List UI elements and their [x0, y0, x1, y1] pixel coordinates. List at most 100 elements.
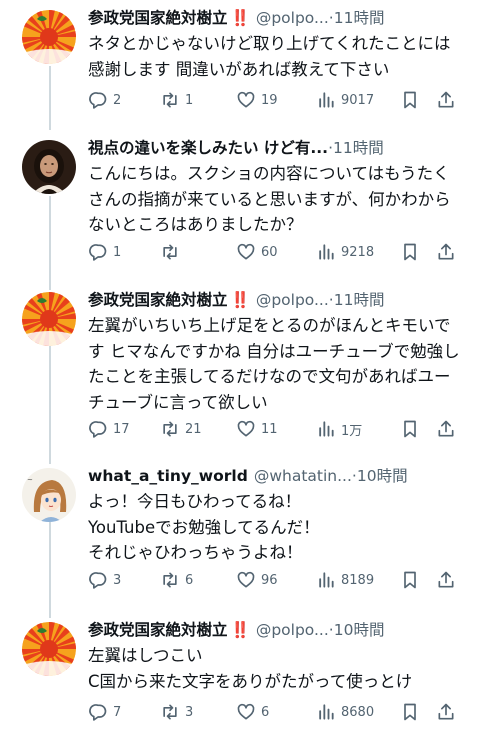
reply-button[interactable]: 1 [88, 240, 121, 264]
display-name[interactable]: 参政党国家絶対樹立 [88, 291, 228, 309]
display-name[interactable]: 参政党国家絶対樹立 [88, 621, 228, 639]
rising-sun-avatar[interactable] [22, 292, 76, 346]
reply-count: 17 [113, 421, 130, 437]
like-count: 19 [261, 92, 278, 108]
views-icon [319, 244, 334, 260]
view-count: 8189 [341, 572, 375, 588]
tweet-actions: 3 6 96 8189 [88, 568, 460, 592]
rising-sun-avatar[interactable] [22, 10, 76, 64]
timestamp[interactable]: 11時間 [334, 291, 385, 309]
tweet-text: 左翼がいちいち上げ足をとるのがほんとキモいです ヒマなんですかね 自分はユーチュ… [88, 316, 460, 412]
heart-icon [237, 243, 255, 260]
portrait-avatar[interactable] [22, 140, 76, 194]
reply-icon [89, 244, 107, 261]
retweet-count: 1 [185, 92, 194, 108]
views-button[interactable]: 9017 [316, 88, 374, 112]
bookmark-button[interactable] [400, 88, 420, 112]
bookmark-button[interactable] [400, 417, 420, 441]
share-button[interactable] [436, 88, 456, 112]
share-icon [438, 571, 454, 588]
retweet-icon [163, 572, 177, 588]
retweet-icon [163, 421, 177, 437]
share-button[interactable] [436, 417, 456, 441]
like-button[interactable]: 60 [236, 240, 278, 264]
retweet-button[interactable]: 21 [160, 417, 202, 441]
retweet-icon [163, 92, 177, 108]
display-name[interactable]: 参政党国家絶対樹立 [88, 9, 228, 27]
bookmark-button[interactable] [400, 700, 420, 724]
tweet[interactable]: 参政党国家絶対樹立 ‼️ @polpo...·11時間 左翼がいちいち上げ足をとるの… [0, 288, 480, 444]
retweet-button[interactable]: 1 [160, 88, 193, 112]
bookmark-icon [404, 243, 416, 261]
tweet[interactable]: ~ what_a_tiny_world @whatatin...·10時間 よっ！… [0, 464, 480, 594]
double-exclamation-icon: ‼️ [230, 9, 250, 27]
tweet-header: 参政党国家絶対樹立 ‼️ @polpo...·10時間 [88, 618, 468, 642]
user-handle[interactable]: @polpo... [256, 9, 329, 27]
reply-button[interactable]: 7 [88, 700, 121, 724]
tweet-text: よっ！今日もひわってるね！ YouTubeでお勉強してるんだ！ それじゃひわっち… [88, 492, 320, 562]
views-icon [319, 704, 334, 720]
timestamp[interactable]: 10時間 [357, 467, 408, 485]
retweet-button[interactable]: 3 [160, 700, 193, 724]
like-count: 96 [261, 572, 278, 588]
reply-button[interactable]: 3 [88, 568, 121, 592]
bookmark-icon [404, 420, 416, 438]
share-icon [438, 91, 454, 108]
retweet-icon [163, 704, 177, 720]
retweet-icon [163, 244, 177, 260]
reply-button[interactable]: 17 [88, 417, 130, 441]
user-handle[interactable]: @polpo... [256, 291, 329, 309]
display-name[interactable]: what_a_tiny_world [88, 467, 248, 485]
user-handle[interactable]: @polpo... [256, 621, 329, 639]
share-icon [438, 703, 454, 720]
reply-count: 3 [113, 572, 122, 588]
views-button[interactable]: 9218 [316, 240, 374, 264]
bookmark-icon [404, 571, 416, 589]
display-name[interactable]: 視点の違いを楽しみたい けど有... [88, 139, 328, 157]
user-handle[interactable]: @whatatin... [254, 467, 352, 485]
tweet-actions: 1 60 9218 [88, 240, 460, 264]
bookmark-icon [404, 703, 416, 721]
retweet-count: 21 [185, 421, 202, 437]
share-button[interactable] [436, 700, 456, 724]
like-button[interactable]: 11 [236, 417, 278, 441]
anime-girl-avatar[interactable]: ~ [22, 468, 76, 522]
timestamp[interactable]: 11時間 [334, 9, 385, 27]
view-count: 8680 [341, 704, 375, 720]
reply-icon [89, 92, 107, 109]
tweet[interactable]: 視点の違いを楽しみたい けど有...·11時間 こんにちは。スクショの内容につい… [0, 136, 480, 266]
like-button[interactable]: 19 [236, 88, 278, 112]
reply-button[interactable]: 2 [88, 88, 121, 112]
tweet-header: what_a_tiny_world @whatatin...·10時間 [88, 464, 468, 488]
tweet-text: こんにちは。スクショの内容についてはもうたくさんの指摘が来ていると思いますが、何… [88, 164, 451, 234]
tweet-header: 視点の違いを楽しみたい けど有...·11時間 [88, 136, 468, 160]
retweet-button[interactable] [160, 240, 185, 264]
view-count: 9017 [341, 92, 375, 108]
like-count: 60 [261, 244, 278, 260]
like-button[interactable]: 6 [236, 700, 269, 724]
tweet[interactable]: 参政党国家絶対樹立 ‼️ @polpo...·11時間 ネタとかじゃないけど取り上げ… [0, 6, 480, 116]
share-icon [438, 243, 454, 260]
rising-sun-avatar[interactable] [22, 622, 76, 676]
views-button[interactable]: 8680 [316, 700, 374, 724]
reply-count: 2 [113, 92, 122, 108]
reply-icon [89, 421, 107, 438]
bookmark-button[interactable] [400, 568, 420, 592]
timestamp[interactable]: 10時間 [334, 621, 385, 639]
reply-icon [89, 572, 107, 589]
tweet-text: ネタとかじゃないけど取り上げてくれたことには感謝します 間違いがあれば教えて下さ… [88, 34, 451, 79]
heart-icon [237, 91, 255, 108]
like-button[interactable]: 96 [236, 568, 278, 592]
tweet-text: 左翼はしつこい C国から来た文字をありがたがって使っとけ [88, 646, 413, 691]
tweet[interactable]: 参政党国家絶対樹立 ‼️ @polpo...·10時間 左翼はしつこい C国から来た… [0, 618, 480, 728]
retweet-count: 6 [185, 572, 194, 588]
bookmark-button[interactable] [400, 240, 420, 264]
share-button[interactable] [436, 240, 456, 264]
views-button[interactable]: 8189 [316, 568, 374, 592]
share-button[interactable] [436, 568, 456, 592]
timestamp[interactable]: 11時間 [333, 139, 384, 157]
tweet-header: 参政党国家絶対樹立 ‼️ @polpo...·11時間 [88, 288, 468, 312]
views-button[interactable]: 1万 [316, 417, 362, 441]
retweet-button[interactable]: 6 [160, 568, 193, 592]
tweet-header: 参政党国家絶対樹立 ‼️ @polpo...·11時間 [88, 6, 468, 30]
